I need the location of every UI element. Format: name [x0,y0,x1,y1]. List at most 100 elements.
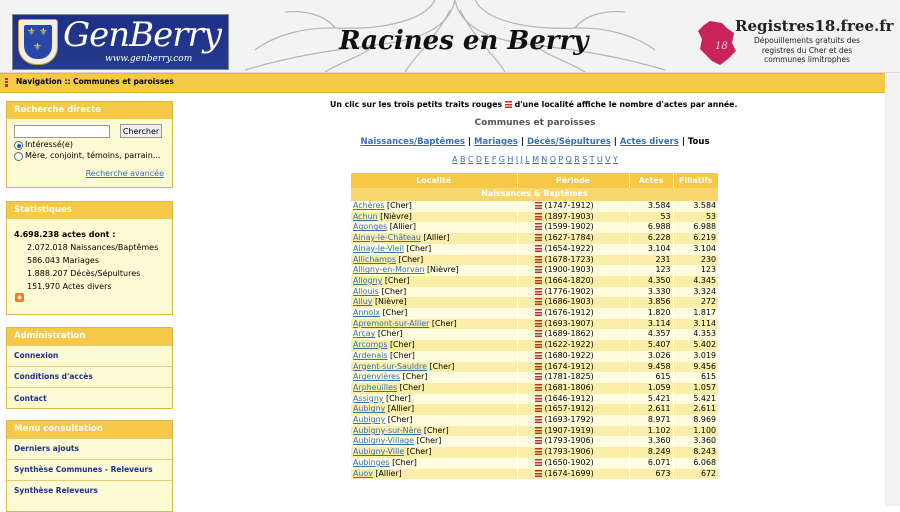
yearly-count-icon[interactable] [534,405,542,413]
commune-link[interactable]: Arçay [353,329,375,338]
alphabet-letter-y[interactable]: Y [613,155,618,164]
alphabet-letter-j[interactable]: J [520,155,522,164]
commune-link[interactable]: Aubigny-sur-Nère [353,426,421,435]
access-conditions-link[interactable]: Conditions d'accès [7,366,172,387]
search-button[interactable]: Chercher [120,124,162,138]
commune-department: [Cher] [382,308,408,318]
yearly-count-icon[interactable] [534,244,542,252]
commune-link[interactable]: Argent-sur-Sauldre [353,362,427,371]
yearly-count-icon[interactable] [534,469,542,477]
yearly-count-icon[interactable] [534,212,542,220]
commune-link[interactable]: Annoix [353,308,380,317]
yearly-count-icon[interactable] [534,351,542,359]
yearly-count-icon[interactable] [534,234,542,242]
alphabet-letter-v[interactable]: V [605,155,610,164]
yearly-count-icon[interactable] [534,416,542,424]
tab-1[interactable]: Mariages [474,137,518,147]
commune-link[interactable]: Alligny-en-Morvan [353,265,424,274]
yearly-count-icon[interactable] [534,394,542,402]
commune-link[interactable]: Aubigny [353,404,385,413]
alphabet-letter-c[interactable]: C [468,155,474,164]
partner-site-title[interactable]: Registres18.free.fr [735,17,894,35]
alphabet-letter-n[interactable]: N [541,155,547,164]
alphabet-letter-s[interactable]: S [582,155,587,164]
alphabet-letter-r[interactable]: R [574,155,580,164]
yearly-count-icon[interactable] [534,330,542,338]
commune-link[interactable]: Ainay-le-Château [353,233,421,242]
alphabet-letter-l[interactable]: L [525,155,529,164]
yearly-count-icon[interactable] [534,255,542,263]
releveurs-summary-link[interactable]: Synthèse Releveurs [7,480,172,501]
commune-link[interactable]: Allogny [353,276,382,285]
latest-additions-link[interactable]: Derniers ajouts [7,438,172,459]
alphabet-letter-h[interactable]: H [507,155,513,164]
yearly-count-icon[interactable] [534,362,542,370]
cell-localite: Ainay-le-Château [Allier] [351,233,518,244]
commune-link[interactable]: Apremont-sur-Allier [353,319,429,328]
alphabet-letter-g[interactable]: G [499,155,505,164]
commune-link[interactable]: Ardenais [353,351,388,360]
commune-link[interactable]: Assigny [353,394,384,403]
commune-link[interactable]: Aubigny [353,415,385,424]
contact-link[interactable]: Contact [7,387,172,409]
tab-4[interactable]: Tous [688,137,710,147]
alphabet-letter-q[interactable]: Q [566,155,572,164]
commune-link[interactable]: Achères [353,201,385,210]
login-link[interactable]: Connexion [7,345,172,366]
table-row: Aubigny-Village [Cher] (1793-1906) 3.360 3.… [351,436,718,448]
yearly-count-icon[interactable] [534,276,542,284]
yearly-count-icon[interactable] [534,458,542,466]
alphabet-letter-d[interactable]: D [476,155,482,164]
alphabet-letter-t[interactable]: T [590,155,595,164]
yearly-count-icon[interactable] [534,287,542,295]
search-input[interactable] [14,125,110,138]
commune-link[interactable]: Alluy [353,297,372,306]
alphabet-letter-m[interactable]: M [532,155,539,164]
radio-relatives[interactable] [14,152,23,161]
tab-2[interactable]: Décès/Sépultures [527,137,611,147]
commune-link[interactable]: Argenvières [353,372,400,381]
commune-link[interactable]: Aubigny-Village [353,436,414,445]
yearly-count-icon[interactable] [534,202,542,209]
commune-link[interactable]: Agonges [353,222,387,231]
alphabet-letter-i[interactable]: I [516,155,518,164]
commune-link[interactable]: Aubinges [353,458,390,467]
commune-link[interactable]: Arpheuilles [353,383,397,392]
commune-link[interactable]: Arcomps [353,340,387,349]
alphabet-letter-p[interactable]: P [558,155,563,164]
alphabet-letter-a[interactable]: A [452,155,457,164]
yearly-count-icon[interactable] [534,298,542,306]
yearly-count-icon[interactable] [534,309,542,317]
cell-localite: Ardenais [Cher] [351,350,518,362]
commune-link[interactable]: Allouis [353,287,379,296]
yearly-count-icon[interactable] [534,448,542,456]
alphabet-letter-e[interactable]: E [484,155,489,164]
rss-icon[interactable]: ◉ [15,293,24,302]
yearly-count-icon[interactable] [534,266,542,274]
advanced-search-link[interactable]: Recherche avancée [86,169,164,178]
yearly-count-icon[interactable] [534,341,542,349]
yearly-count-icon[interactable] [534,319,542,327]
commune-link[interactable]: Allichamps [353,255,396,264]
yearly-count-icon[interactable] [534,223,542,231]
yearly-count-icon[interactable] [534,426,542,434]
communes-releveurs-link[interactable]: Synthèse Communes - Releveurs [7,459,172,480]
alphabet-letter-o[interactable]: O [550,155,556,164]
yearly-count-icon[interactable] [534,437,542,445]
genberry-logo[interactable]: ⚜ ⚜ ⚜ GenBerry www.genberry.com [12,14,229,70]
cell-periode: (1747-1912) [517,201,630,212]
alphabet-letter-f[interactable]: F [492,155,497,164]
alphabet-letter-u[interactable]: U [597,155,603,164]
radio-interesse[interactable] [14,141,23,150]
commune-link[interactable]: Achun [353,212,378,221]
tab-0[interactable]: Naissances/Baptêmes [360,137,464,147]
commune-link[interactable]: Ainay-le-Vieil [353,244,404,253]
yearly-count-icon[interactable] [534,373,542,381]
page-scrollbar[interactable] [885,73,900,506]
commune-link[interactable]: Auov [353,469,373,478]
tab-3[interactable]: Actes divers [620,137,679,147]
alphabet-letter-b[interactable]: B [460,155,466,164]
yearly-count-icon[interactable] [534,383,542,391]
commune-link[interactable]: Aubigny-Ville [353,447,404,456]
cher-map-icon[interactable]: 18 [696,19,738,67]
